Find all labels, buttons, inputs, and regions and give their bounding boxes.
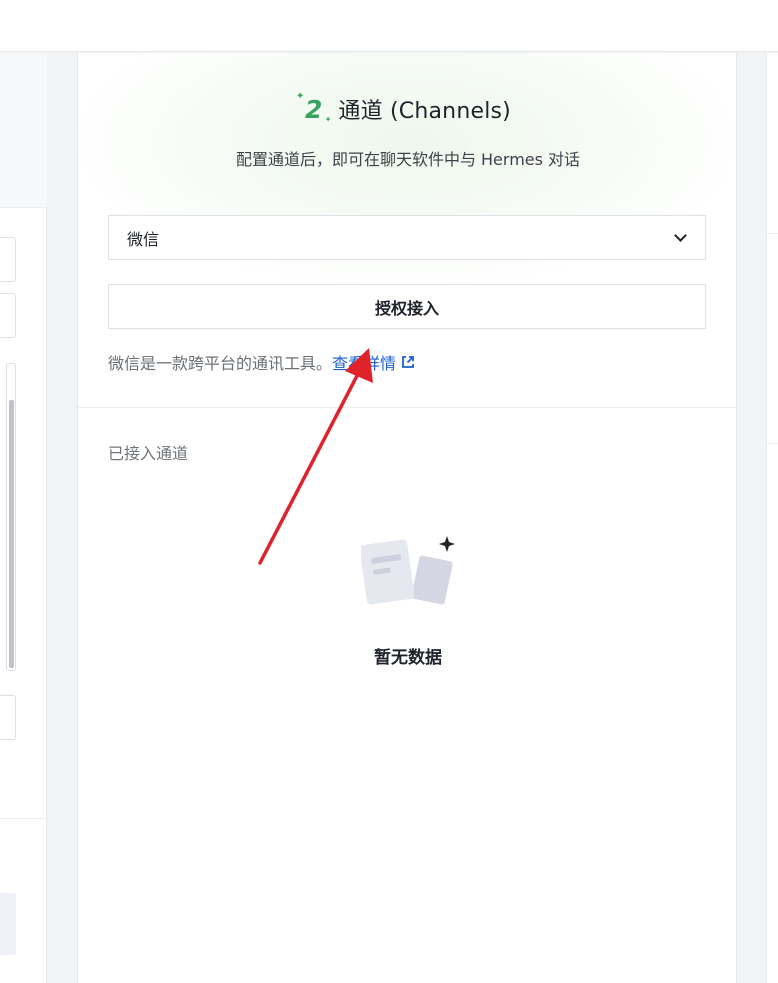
- left-panel-scrollbar[interactable]: [6, 363, 16, 671]
- chevron-down-icon: [674, 228, 687, 242]
- channel-select[interactable]: 微信: [108, 215, 706, 260]
- divider: [0, 818, 47, 819]
- left-panel-header-band: [0, 53, 47, 207]
- channel-description-text: 微信是一款跨平台的通讯工具。: [108, 354, 333, 373]
- left-panel-input[interactable]: [0, 237, 16, 282]
- external-link-icon: [402, 356, 414, 368]
- view-details-label[interactable]: 查看详情: [332, 350, 396, 374]
- section-title-row: 2 ✦ ✦ 通道 (Channels): [78, 89, 738, 129]
- empty-state-text: 暂无数据: [374, 648, 442, 668]
- channels-card: 2 ✦ ✦ 通道 (Channels) 配置通道后，即可在聊天软件中与 Hermes…: [77, 53, 737, 983]
- step-2-icon: 2 ✦ ✦: [296, 90, 332, 124]
- left-panel-input[interactable]: [0, 695, 16, 740]
- right-panel: [766, 53, 778, 983]
- divider: [0, 207, 47, 208]
- channel-description: 微信是一款跨平台的通讯工具。 查看详情: [108, 350, 416, 374]
- scrollbar-thumb[interactable]: [9, 400, 14, 668]
- connected-channels-heading: 已接入通道: [108, 444, 189, 463]
- left-panel-item[interactable]: [0, 893, 16, 955]
- authorize-button[interactable]: 授权接入: [108, 284, 706, 329]
- empty-documents-icon: [361, 536, 455, 605]
- channels-config-section: 2 ✦ ✦ 通道 (Channels) 配置通道后，即可在聊天软件中与 Hermes…: [78, 53, 736, 408]
- section-title: 通道 (Channels): [338, 99, 511, 124]
- divider: [767, 443, 778, 444]
- section-subtitle: 配置通道后，即可在聊天软件中与 Hermes 对话: [235, 150, 581, 169]
- channel-select-value: 微信: [127, 229, 160, 249]
- divider: [767, 233, 778, 234]
- view-details-link[interactable]: 查看详情: [332, 350, 416, 374]
- left-panel-input[interactable]: [0, 293, 16, 338]
- top-bar: [0, 0, 778, 52]
- left-panel: [0, 53, 47, 983]
